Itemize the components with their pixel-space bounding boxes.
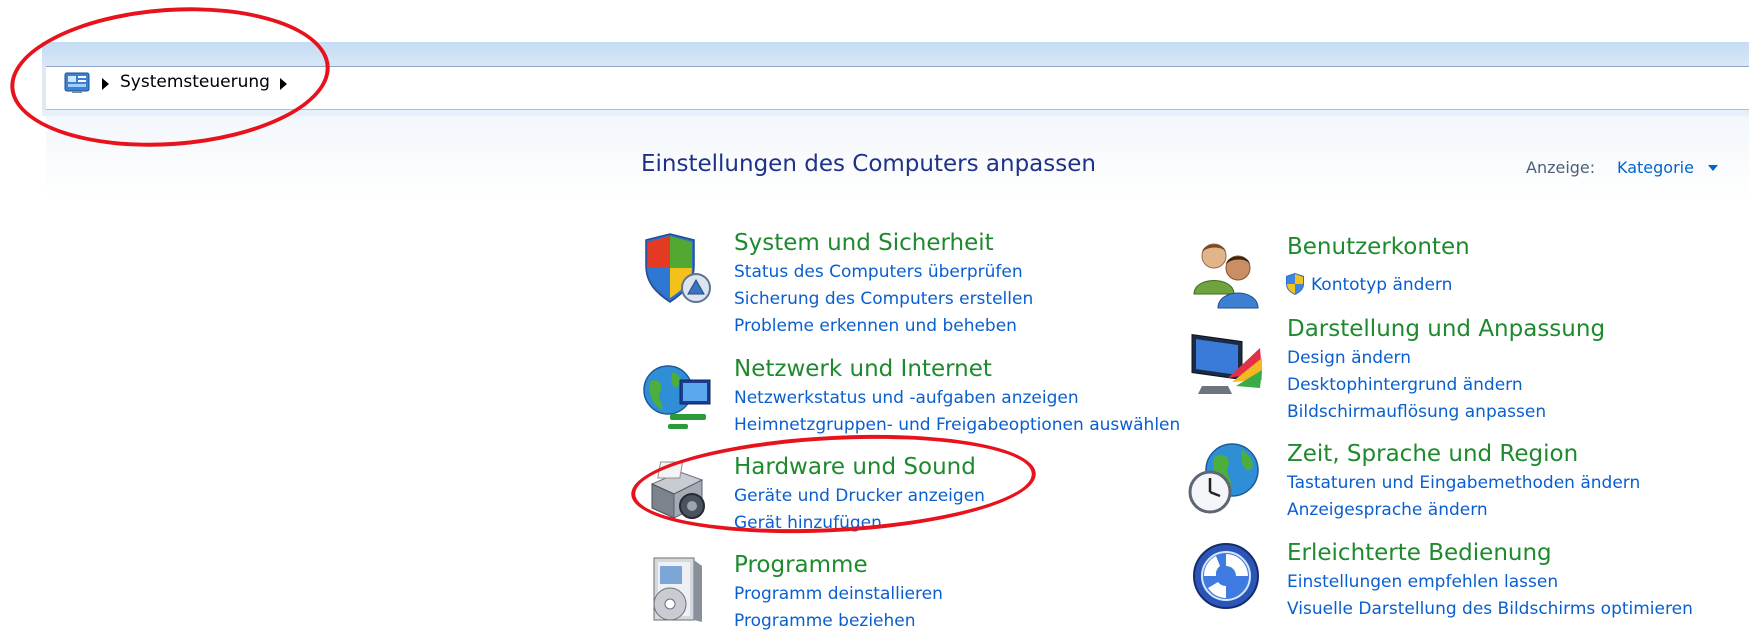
category-clock-language-region[interactable]: Zeit, Sprache und Region: [1287, 441, 1578, 467]
category-ease-of-access[interactable]: Erleichterte Bedienung: [1287, 540, 1552, 566]
chevron-down-icon[interactable]: [1708, 165, 1718, 171]
monitor-palette-icon[interactable]: [1188, 328, 1264, 404]
link-network-status[interactable]: Netzwerkstatus und -aufgaben anzeigen: [734, 388, 1079, 408]
link-keyboards-input[interactable]: Tastaturen und Eingabemethoden ändern: [1287, 473, 1640, 493]
globe-clock-icon[interactable]: [1188, 440, 1264, 516]
uac-shield-icon: [1286, 273, 1304, 295]
programs-disc-icon[interactable]: [640, 552, 716, 628]
shield-icon[interactable]: [640, 232, 716, 308]
annotation-oval-hardware: [628, 425, 1039, 543]
link-display-language[interactable]: Anzeigesprache ändern: [1287, 500, 1488, 520]
page-title: Einstellungen des Computers anpassen: [641, 151, 1096, 177]
ease-of-access-icon[interactable]: [1190, 540, 1266, 616]
link-change-account-type[interactable]: Kontotyp ändern: [1311, 275, 1452, 295]
category-user-accounts[interactable]: Benutzerkonten: [1287, 234, 1470, 260]
category-network-internet[interactable]: Netzwerk und Internet: [734, 356, 992, 382]
view-dropdown[interactable]: Kategorie: [1617, 158, 1694, 177]
category-programs[interactable]: Programme: [734, 552, 868, 578]
link-check-status[interactable]: Status des Computers überprüfen: [734, 262, 1023, 282]
link-troubleshoot[interactable]: Probleme erkennen und beheben: [734, 316, 1017, 336]
link-optimize-display[interactable]: Visuelle Darstellung des Bildschirms opt…: [1287, 599, 1693, 619]
link-homegroup[interactable]: Heimnetzgruppen- und Freigabeoptionen au…: [734, 415, 1180, 435]
link-screen-resolution[interactable]: Bildschirmauflösung anpassen: [1287, 402, 1546, 422]
view-label: Anzeige:: [1526, 158, 1596, 177]
link-recommend-settings[interactable]: Einstellungen empfehlen lassen: [1287, 572, 1558, 592]
users-icon[interactable]: [1188, 234, 1264, 310]
category-appearance[interactable]: Darstellung und Anpassung: [1287, 316, 1605, 342]
category-system-security[interactable]: System und Sicherheit: [734, 230, 994, 256]
link-backup[interactable]: Sicherung des Computers erstellen: [734, 289, 1033, 309]
link-change-theme[interactable]: Design ändern: [1287, 348, 1411, 368]
link-get-programs[interactable]: Programme beziehen: [734, 611, 916, 631]
link-change-background[interactable]: Desktophintergrund ändern: [1287, 375, 1523, 395]
network-globe-icon[interactable]: [640, 360, 716, 436]
link-uninstall-program[interactable]: Programm deinstallieren: [734, 584, 943, 604]
